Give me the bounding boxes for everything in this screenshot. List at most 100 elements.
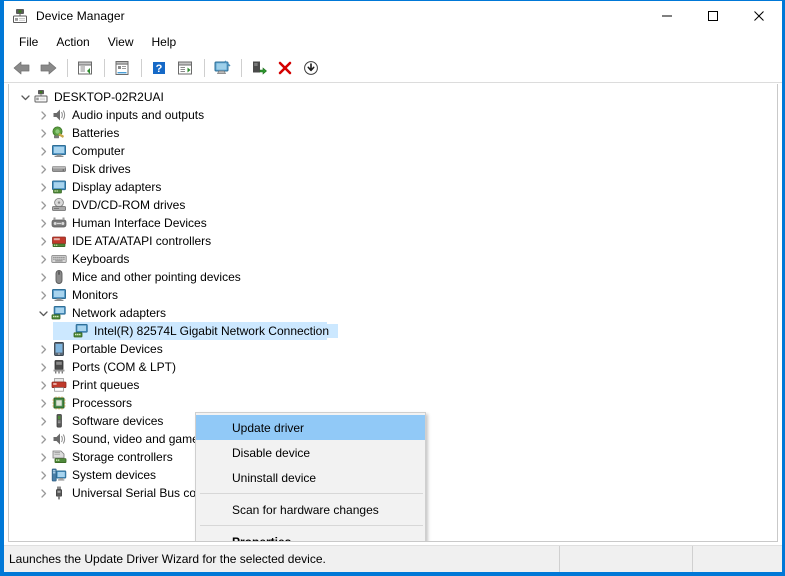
tree-item[interactable]: Intel(R) 82574L Gigabit Network Connecti… [9, 322, 777, 340]
update-driver-icon[interactable] [173, 56, 197, 80]
tree-item[interactable]: Audio inputs and outputs [9, 106, 777, 124]
chevron-right-icon[interactable] [35, 359, 51, 375]
properties-icon[interactable] [110, 56, 134, 80]
monitor-icon [51, 143, 67, 159]
chevron-right-icon[interactable] [35, 485, 51, 501]
speaker-icon [51, 431, 67, 447]
tree-item[interactable]: Disk drives [9, 160, 777, 178]
tree-item[interactable]: DVD/CD-ROM drives [9, 196, 777, 214]
menu-help[interactable]: Help [143, 32, 186, 52]
processor-icon [51, 395, 67, 411]
minimize-button[interactable] [644, 1, 690, 31]
usb-icon [51, 485, 67, 501]
context-menu-separator [200, 493, 423, 494]
keyboard-icon [51, 251, 67, 267]
mouse-icon [51, 269, 67, 285]
forward-icon[interactable] [36, 56, 60, 80]
tree-item[interactable]: Computer [9, 142, 777, 160]
chevron-right-icon[interactable] [35, 431, 51, 447]
tree-item[interactable]: Mice and other pointing devices [9, 268, 777, 286]
tree-item-label: Audio inputs and outputs [72, 108, 205, 122]
toolbar-separator-3 [141, 59, 142, 77]
back-icon[interactable] [10, 56, 34, 80]
tree-item[interactable]: Print queues [9, 376, 777, 394]
close-button[interactable] [736, 1, 782, 31]
context-menu-item[interactable]: Update driver [196, 415, 425, 440]
chevron-right-icon[interactable] [35, 197, 51, 213]
window-controls [644, 1, 782, 31]
chevron-right-icon[interactable] [35, 287, 51, 303]
tree-item-label: Computer [72, 144, 125, 158]
scan-for-hardware-changes-icon[interactable] [210, 56, 234, 80]
context-menu[interactable]: Update driver Disable device Uninstall dev… [195, 412, 426, 542]
chevron-right-icon[interactable] [35, 269, 51, 285]
tree-item[interactable]: Keyboards [9, 250, 777, 268]
tree-item[interactable]: Batteries [9, 124, 777, 142]
chevron-right-icon[interactable] [35, 395, 51, 411]
enable-device-icon[interactable] [247, 56, 271, 80]
disable-device-icon[interactable] [299, 56, 323, 80]
chevron-right-icon[interactable] [35, 233, 51, 249]
tree-item[interactable]: Human Interface Devices [9, 214, 777, 232]
device-tree-panel[interactable]: DESKTOP-02R2UAI Audio inputs and outputs B… [8, 84, 778, 542]
tree-item[interactable]: Monitors [9, 286, 777, 304]
hid-icon [51, 215, 67, 231]
storage-controller-icon [51, 449, 67, 465]
show-hidden-devices-icon[interactable] [73, 56, 97, 80]
chevron-right-icon[interactable] [35, 377, 51, 393]
software-device-icon [51, 413, 67, 429]
chevron-down-icon[interactable] [35, 305, 51, 321]
system-device-icon [51, 467, 67, 483]
speaker-icon [51, 107, 67, 123]
tree-item-label: Processors [72, 396, 133, 410]
display-adapter-icon [51, 179, 67, 195]
network-adapter-icon [51, 305, 67, 321]
tree-item-label: Monitors [72, 288, 119, 302]
chevron-right-icon[interactable] [35, 215, 51, 231]
title-bar[interactable]: Device Manager [4, 1, 782, 31]
tree-item[interactable]: Network adapters [9, 304, 777, 322]
chevron-right-icon[interactable] [35, 143, 51, 159]
chevron-right-icon[interactable] [35, 107, 51, 123]
chevron-right-icon[interactable] [35, 413, 51, 429]
tree-item[interactable]: Display adapters [9, 178, 777, 196]
toolbar-separator-1 [67, 59, 68, 77]
printer-icon [51, 377, 67, 393]
context-menu-item[interactable]: Properties [196, 529, 425, 542]
context-menu-item[interactable]: Scan for hardware changes [196, 497, 425, 522]
ide-controller-icon [51, 233, 67, 249]
menu-file[interactable]: File [10, 32, 47, 52]
network-adapter-icon [73, 323, 89, 339]
chevron-right-icon[interactable] [35, 449, 51, 465]
context-menu-item[interactable]: Disable device [196, 440, 425, 465]
chevron-right-icon[interactable] [35, 125, 51, 141]
menu-view[interactable]: View [99, 32, 143, 52]
context-menu-item[interactable]: Uninstall device [196, 465, 425, 490]
toolbar-separator-4 [204, 59, 205, 77]
help-icon[interactable]: ? [147, 56, 171, 80]
tree-item[interactable]: Ports (COM & LPT) [9, 358, 777, 376]
port-icon [51, 359, 67, 375]
maximize-button[interactable] [690, 1, 736, 31]
chevron-right-icon[interactable] [35, 179, 51, 195]
tree-item-label: System devices [72, 468, 157, 482]
tree-item[interactable]: IDE ATA/ATAPI controllers [9, 232, 777, 250]
status-message: Launches the Update Driver Wizard for th… [4, 546, 560, 572]
tree-item-label: Portable Devices [72, 342, 163, 356]
chevron-right-icon[interactable] [35, 341, 51, 357]
chevron-right-icon[interactable] [35, 467, 51, 483]
uninstall-device-icon[interactable] [273, 56, 297, 80]
tree-item-label: Disk drives [72, 162, 131, 176]
chevron-right-icon[interactable] [35, 161, 51, 177]
chevron-down-icon[interactable] [17, 89, 33, 105]
status-bar: Launches the Update Driver Wizard for th… [4, 545, 782, 572]
chevron-right-icon[interactable] [35, 251, 51, 267]
tree-item[interactable]: Portable Devices [9, 340, 777, 358]
tree-item-label: Software devices [72, 414, 164, 428]
menu-action[interactable]: Action [47, 32, 98, 52]
tree-item[interactable]: Processors [9, 394, 777, 412]
tree-item-label: Batteries [72, 126, 120, 140]
battery-icon [51, 125, 67, 141]
computer-root-icon [33, 89, 49, 105]
tree-item[interactable]: DESKTOP-02R2UAI [9, 88, 777, 106]
